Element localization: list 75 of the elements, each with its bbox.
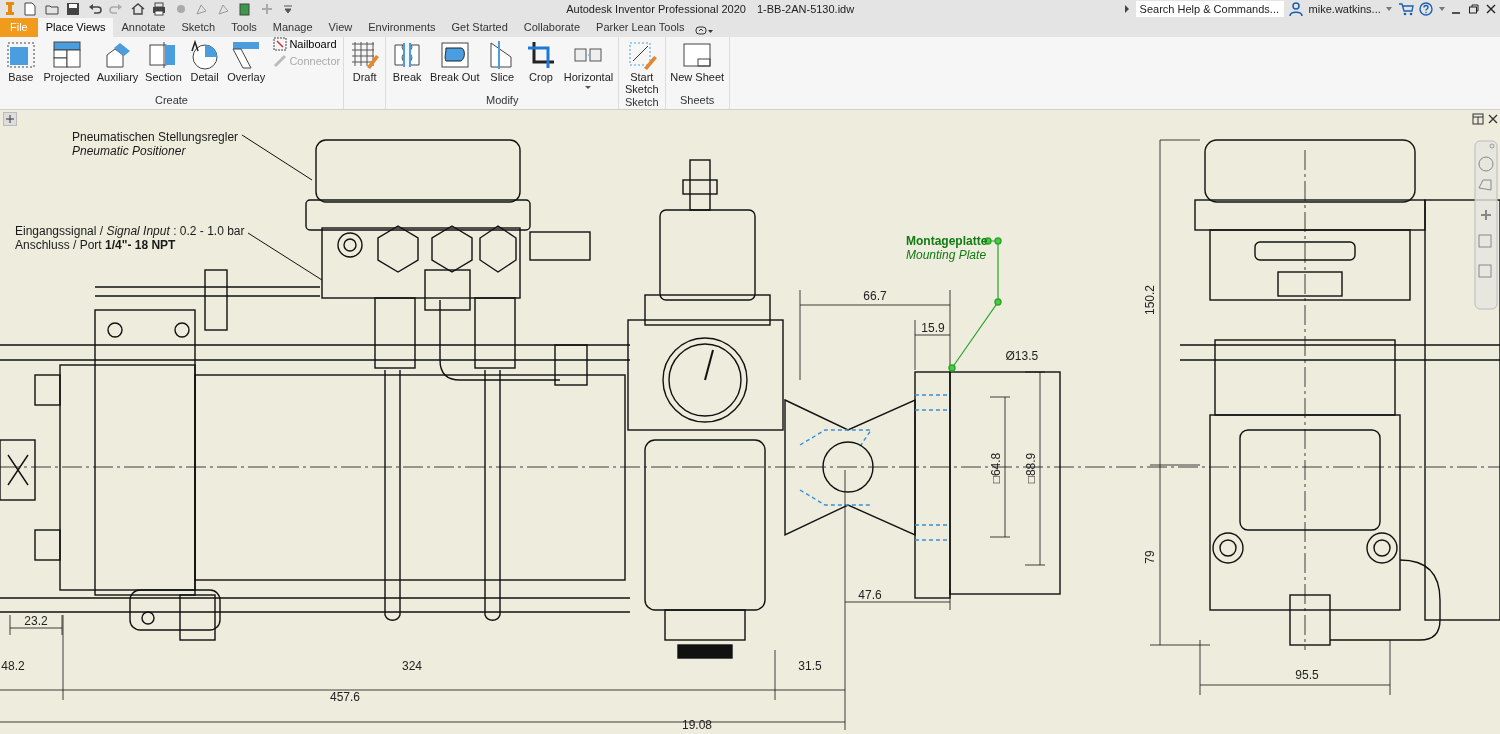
ribbon-tab[interactable]: Annotate <box>113 18 174 37</box>
caret-icon[interactable] <box>1386 7 1393 11</box>
panel-title: Create <box>154 94 188 106</box>
save-icon[interactable] <box>65 1 82 17</box>
dimension-text: 79 <box>1142 550 1158 564</box>
ribbon-button[interactable]: New Sheet <box>668 37 727 83</box>
ribbon-tab[interactable]: Place Views <box>37 18 114 37</box>
app-title: Autodesk Inventor Professional 2020 <box>566 1 746 17</box>
dimension-text: 324 <box>402 658 422 675</box>
ribbon-tab[interactable]: Manage <box>264 18 321 37</box>
printer-icon[interactable] <box>151 1 168 17</box>
annotation-text: Mounting Plate <box>906 248 988 262</box>
restore-icon[interactable] <box>1467 3 1480 15</box>
ribbon-small-button[interactable]: Nailboard <box>272 37 341 51</box>
ribbon-button[interactable]: Slice <box>484 37 521 83</box>
expand-arrow-icon[interactable] <box>1124 5 1131 13</box>
ribbon-small-button: Connector <box>272 53 341 68</box>
dimension-text: 95.5 <box>1295 667 1319 684</box>
ribbon-button[interactable]: Section <box>143 37 184 83</box>
home-icon[interactable] <box>129 1 146 17</box>
ribbon-button[interactable]: Break <box>389 37 426 83</box>
ribbon-tab[interactable]: Parker Lean Tools <box>588 18 693 37</box>
ribbon-tab[interactable]: View <box>320 18 361 37</box>
annotation-text: Eingangssignal / Signal Input : 0.2 - 1.0 bar <box>15 224 245 238</box>
close-icon[interactable] <box>1485 3 1498 15</box>
dimension-text: 66.7 <box>863 288 887 305</box>
help-icon[interactable] <box>1419 2 1434 16</box>
dimension-text: 47.6 <box>858 587 882 604</box>
ribbon-button[interactable]: Start Sketch <box>621 37 662 95</box>
nailboard-icon <box>272 37 287 51</box>
dimension-text: □64.8 <box>988 452 1004 484</box>
ribbon-tab[interactable]: Sketch <box>173 18 224 37</box>
panel-toggle-icon[interactable] <box>692 25 715 37</box>
dimension-text: Ø13.5 <box>1005 348 1039 365</box>
panel-title: Sketch <box>624 96 659 108</box>
ribbon-tab[interactable]: Tools <box>223 18 265 37</box>
close-icon[interactable] <box>1488 114 1498 124</box>
ribbon-button[interactable]: Base <box>2 37 39 83</box>
annotation-text: Pneumatischen Stellungsregler <box>72 130 239 144</box>
dimension-text: 23.2 <box>24 613 48 630</box>
annotation-text: Montageplatte <box>906 234 988 248</box>
dimension-text: 48.2 <box>1 658 25 675</box>
document-title: 1-BB-2AN-5130.idw <box>756 1 855 17</box>
connector-icon <box>272 53 287 68</box>
ribbon-tab[interactable]: Environments <box>360 18 444 37</box>
dropdown-caret-icon[interactable] <box>585 85 592 89</box>
annotation-text: Pneumatic Positioner <box>72 144 187 158</box>
dimension-text: 150.2 <box>1142 285 1158 315</box>
annotation-text: Anschluss / Port 1/4"- 18 NPT <box>15 238 177 252</box>
user-name[interactable]: mike.watkins... <box>1308 0 1381 18</box>
cart-icon[interactable] <box>1397 2 1414 16</box>
leader-line <box>241 134 313 181</box>
ribbon-button[interactable]: Crop <box>522 37 559 83</box>
ribbon-button[interactable]: Auxiliary <box>94 37 141 83</box>
search-field[interactable]: Search Help & Commands... <box>1135 1 1284 17</box>
caret-icon[interactable] <box>1438 7 1445 11</box>
dimension-text: 457.6 <box>330 689 360 706</box>
dimension-text: □88.9 <box>1023 452 1039 484</box>
ribbon-button[interactable]: Break Out <box>427 37 482 83</box>
ribbon-tab[interactable]: Collaborate <box>515 18 589 37</box>
ribbon-tab[interactable]: Get Started <box>443 18 516 37</box>
panel-title: Modify <box>486 94 519 106</box>
expand-icon[interactable] <box>3 112 17 126</box>
dimension-text: 15.9 <box>921 320 945 337</box>
user-icon[interactable] <box>1289 2 1304 16</box>
ribbon-button[interactable]: Overlay <box>225 37 268 83</box>
frame-icon <box>4 39 37 71</box>
dimension-text: 19.08 <box>682 717 712 734</box>
ribbon-button[interactable]: Draft <box>346 37 383 83</box>
ribbon-button[interactable]: Detail <box>186 37 223 83</box>
dimension-text: 31.5 <box>798 658 822 675</box>
ribbon-button[interactable]: Horizontal <box>561 37 616 89</box>
panel-title: Sheets <box>680 94 715 106</box>
ribbon-button[interactable]: Projected <box>41 37 92 83</box>
tile-view-icon[interactable] <box>1472 113 1484 125</box>
